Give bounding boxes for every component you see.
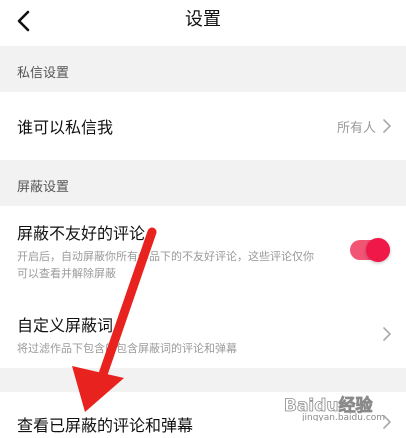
section-header-private-message: 私信设置 [0,46,406,92]
row-title: 自定义屏蔽词 [17,316,114,335]
row-title: 谁可以私信我 [17,118,114,137]
top-bar: 设置 [0,0,406,46]
toggle-knob [366,238,390,262]
row-subtitle: 开启后，自动屏蔽你所有作品下的不友好评论，这些评论仅你可以查看并解除屏蔽 [17,250,314,280]
chevron-right-icon [383,119,391,133]
chevron-right-icon [383,327,391,341]
page-title: 设置 [185,9,221,30]
watermark-subtext: jingyan.baidu.com [301,413,385,421]
baidu-watermark: Baidu经验 jingyan.baidu.com [284,395,385,421]
row-custom-block-words[interactable]: 自定义屏蔽词 将过滤作品下包含的包含屏蔽词的评论和弹幕 [0,298,406,368]
row-value: 所有人 [336,121,376,136]
row-block-unfriendly-comments: 屏蔽不友好的评论 开启后，自动屏蔽你所有作品下的不友好评论，这些评论仅你可以查看… [0,206,406,298]
section-header-block-settings: 屏蔽设置 [0,160,406,206]
row-who-can-message-me[interactable]: 谁可以私信我 所有人 [0,92,406,160]
row-title: 查看已屏蔽的评论和弹幕 [17,416,194,435]
section-gap [0,368,406,392]
row-subtitle: 将过滤作品下包含的包含屏蔽词的评论和弹幕 [17,342,237,355]
row-title: 屏蔽不友好的评论 [17,224,146,243]
section-label-private-message: 私信设置 [17,66,70,81]
section-label-block-settings: 屏蔽设置 [17,180,70,195]
block-unfriendly-toggle[interactable] [350,238,390,262]
